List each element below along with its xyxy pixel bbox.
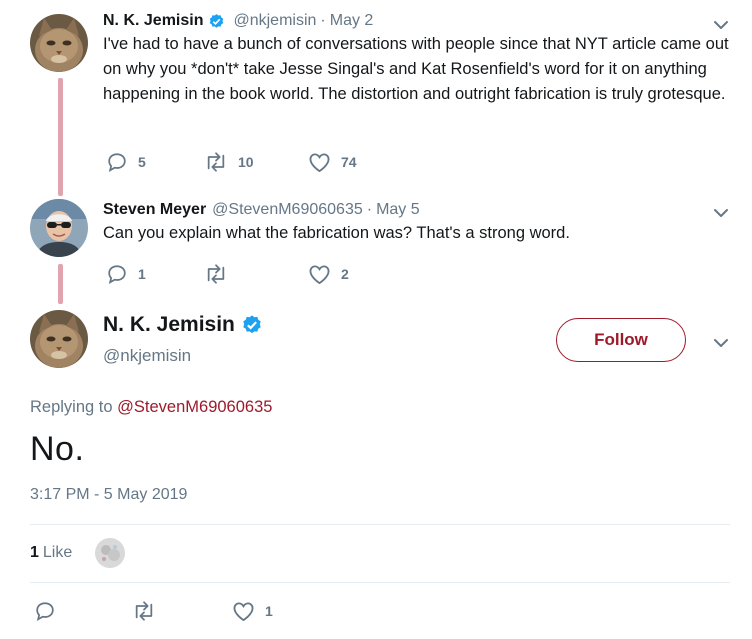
retweet-button[interactable] — [132, 600, 232, 622]
retweet-button[interactable]: 10 — [204, 151, 308, 173]
tweet-date[interactable]: May 2 — [330, 12, 374, 30]
likes-count: 1 — [30, 544, 39, 561]
replying-to: Replying to @StevenM69060635 — [30, 398, 272, 417]
tweet-timestamp[interactable]: 3:17 PM - 5 May 2019 — [30, 486, 187, 504]
heart-icon — [233, 601, 254, 621]
likes-summary[interactable]: 1 Like — [30, 538, 126, 568]
cat-avatar[interactable] — [30, 310, 88, 368]
reply-icon — [108, 265, 126, 284]
user-handle[interactable]: @nkjemisin — [103, 346, 191, 366]
tweet-2[interactable]: Steven Meyer @StevenM69060635 · May 5 Ca… — [103, 201, 732, 246]
retweet-icon — [207, 264, 225, 284]
separator: · — [320, 12, 326, 29]
display-name[interactable]: N. K. Jemisin — [103, 12, 203, 30]
verified-badge-icon — [208, 13, 225, 30]
heart-icon — [309, 152, 330, 172]
like-count: 74 — [341, 154, 357, 170]
tweet-actions: 1 — [34, 600, 273, 622]
display-name[interactable]: N. K. Jemisin — [103, 313, 235, 337]
like-button[interactable]: 74 — [308, 152, 357, 173]
divider — [30, 582, 730, 583]
reply-count: 1 — [138, 266, 146, 282]
retweet-icon — [135, 601, 153, 621]
chevron-down-icon[interactable] — [712, 16, 730, 34]
cat-avatar[interactable] — [30, 14, 88, 72]
retweet-icon — [207, 152, 225, 172]
like-count: 1 — [265, 603, 273, 619]
tweet-header: N. K. Jemisin @nkjemisin · May 2 — [103, 12, 732, 30]
man-sunglasses-avatar[interactable] — [30, 199, 88, 257]
likes-label: Like — [42, 544, 73, 561]
user-handle[interactable]: @StevenM69060635 — [212, 201, 363, 219]
retweet-button[interactable] — [204, 263, 308, 285]
tweet-date[interactable]: May 5 — [376, 201, 420, 219]
reply-icon — [36, 602, 54, 621]
reply-button[interactable]: 5 — [106, 151, 204, 173]
chevron-down-icon[interactable] — [712, 204, 730, 222]
thread-connector — [58, 78, 63, 196]
chevron-down-icon[interactable] — [712, 334, 730, 352]
tweet-1[interactable]: N. K. Jemisin @nkjemisin · May 2 I've ha… — [103, 12, 732, 107]
reply-icon — [108, 153, 126, 172]
replying-handle-link[interactable]: @StevenM69060635 — [117, 398, 272, 416]
main-display-name[interactable]: N. K. Jemisin — [103, 313, 263, 337]
like-button[interactable]: 2 — [308, 264, 349, 285]
display-name[interactable]: Steven Meyer — [103, 201, 206, 219]
like-button[interactable]: 1 — [232, 601, 273, 622]
tweet-actions: 1 2 — [106, 263, 349, 285]
verified-badge-icon — [241, 314, 263, 336]
follow-button[interactable]: Follow — [556, 318, 686, 362]
reply-button[interactable] — [34, 600, 132, 622]
heart-icon — [309, 264, 330, 284]
tweet-header: Steven Meyer @StevenM69060635 · May 5 — [103, 201, 732, 219]
like-count: 2 — [341, 266, 349, 282]
tweet-actions: 5 10 74 — [106, 151, 357, 173]
main-tweet-text: No. — [30, 430, 85, 468]
reply-count: 5 — [138, 154, 146, 170]
replying-prefix: Replying to — [30, 398, 113, 416]
reply-button[interactable]: 1 — [106, 263, 204, 285]
separator: · — [366, 201, 373, 218]
user-handle[interactable]: @nkjemisin — [233, 12, 316, 30]
tweet-text: Can you explain what the fabrication was… — [103, 224, 570, 242]
divider — [30, 524, 730, 525]
liker-avatar[interactable] — [95, 538, 126, 568]
tweet-text: I've had to have a bunch of conversation… — [103, 35, 729, 103]
retweet-count: 10 — [238, 154, 254, 170]
thread-connector — [58, 264, 63, 304]
